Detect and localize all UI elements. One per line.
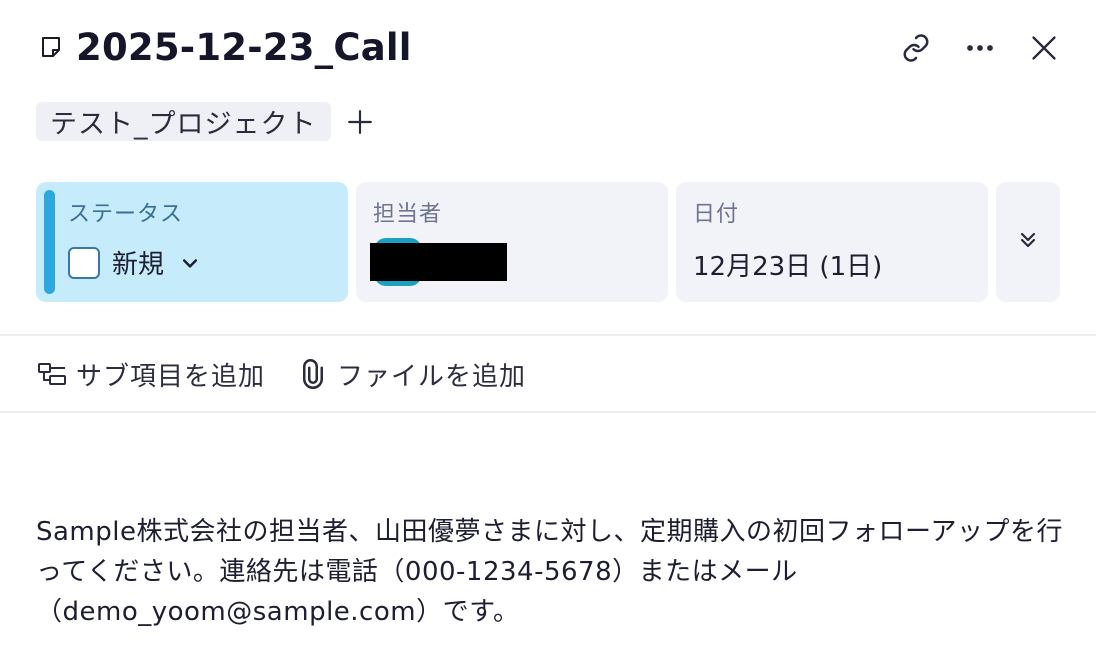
date-property[interactable]: 日付 12月23日 (1日) — [676, 182, 988, 302]
link-icon[interactable] — [894, 26, 938, 70]
description-text[interactable]: Sample株式会社の担当者、山田優夢さまに対し、定期購入の初回フォローアップを… — [36, 512, 1066, 632]
add-subitem-button[interactable]: サブ項目を追加 — [36, 356, 265, 393]
status-accent-bar — [44, 190, 55, 294]
close-icon[interactable] — [1022, 26, 1066, 70]
status-property[interactable]: ステータス 新規 — [36, 182, 348, 302]
header-actions — [874, 26, 1066, 70]
more-icon[interactable] — [958, 26, 1002, 70]
item-detail-panel: 2025-12-23_Call テスト_プロジェクト ステータス 新規 担当者 … — [0, 0, 1096, 654]
date-value: 12月23日 (1日) — [693, 252, 883, 282]
tag-row: テスト_プロジェクト — [36, 102, 377, 141]
action-row: サブ項目を追加 ファイルを追加 — [36, 352, 558, 396]
paperclip-icon — [297, 358, 329, 390]
add-file-button[interactable]: ファイルを追加 — [297, 356, 526, 393]
status-dropdown[interactable]: 新規 — [68, 244, 200, 281]
page-title: 2025-12-23_Call — [76, 25, 412, 69]
redacted-assignee-name — [370, 243, 507, 281]
status-checkbox[interactable] — [68, 246, 100, 279]
property-cards: ステータス 新規 担当者 日付 12月23日 (1日) — [36, 182, 1060, 302]
divider — [0, 411, 1096, 413]
subitem-icon — [36, 358, 68, 390]
divider — [0, 334, 1096, 336]
date-label: 日付 — [693, 202, 740, 227]
plus-icon[interactable] — [343, 105, 377, 139]
status-label: ステータス — [68, 202, 184, 227]
note-icon — [38, 34, 64, 60]
status-value: 新規 — [112, 250, 165, 280]
chevron-down-icon — [180, 253, 200, 273]
double-chevron-down-icon — [1016, 228, 1040, 256]
add-subitem-label: サブ項目を追加 — [76, 361, 266, 392]
add-file-label: ファイルを追加 — [337, 361, 527, 392]
expand-properties-button[interactable] — [996, 182, 1060, 302]
assignee-property[interactable]: 担当者 — [356, 182, 668, 302]
panel-header: 2025-12-23_Call — [38, 24, 1066, 70]
project-tag[interactable]: テスト_プロジェクト — [36, 102, 331, 141]
assignee-label: 担当者 — [373, 202, 443, 227]
